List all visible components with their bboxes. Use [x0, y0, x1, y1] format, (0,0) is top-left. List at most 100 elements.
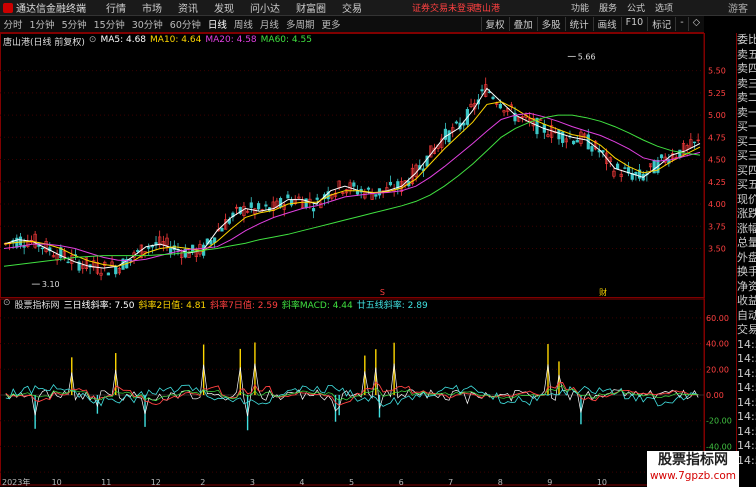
indicator-line-white [5, 363, 699, 417]
indicator-line-label: 斜率MACD: 4.44 [281, 301, 353, 311]
candle-body [147, 247, 151, 249]
tool-button[interactable]: - [675, 17, 687, 31]
menu-item[interactable]: 资讯 [170, 0, 206, 15]
low-marker-label: 3.10 [42, 280, 60, 289]
side-panel-label: 交易 [737, 323, 756, 336]
watermark-title: 股票指标网 [658, 452, 728, 468]
side-panel-label: 外盘 [737, 250, 756, 264]
right-menu-item[interactable]: 功能 [566, 1, 594, 14]
ma-line-ma10 [3, 101, 701, 267]
price-chart-header: 唐山港(日线 前复权) ⊙ MA5: 4.68 MA10: 4.64 MA20:… [3, 35, 312, 48]
period-tab[interactable]: 30分钟 [128, 17, 166, 31]
candle-body [106, 272, 110, 276]
candle-body [66, 261, 70, 264]
settings-icon[interactable]: ⊙ [3, 298, 11, 311]
candle-body [480, 89, 484, 92]
side-panel-label: 买五 [737, 178, 756, 191]
chart-tools: 复权 叠加 多股 统计 画线 F10 标记 - ◇ [480, 17, 704, 31]
side-panel-label: 卖三 [737, 76, 756, 90]
side-panel-label: 买四 [737, 163, 756, 177]
login-notice[interactable]: 证券交易未登录 [412, 1, 475, 14]
tool-button[interactable]: ◇ [687, 17, 704, 31]
ma10-label: MA10: 4.64 [150, 35, 202, 45]
app-logo-icon [3, 2, 13, 13]
side-panel-label: 委比 [737, 33, 756, 46]
date-axis-label: 4 [299, 478, 304, 487]
menu-item[interactable]: 行情 [98, 0, 134, 15]
candle-body [575, 139, 579, 143]
candle-body [355, 190, 360, 195]
candle-body [659, 154, 664, 159]
side-panel-label: 涨幅 [737, 221, 756, 235]
tool-button[interactable]: 统计 [564, 17, 593, 31]
price-tick-label: 5.50 [708, 67, 726, 76]
candle-body [264, 204, 268, 207]
price-tick-label: 5.00 [708, 111, 726, 120]
candle-body [278, 198, 283, 208]
tool-button[interactable]: F10 [620, 17, 648, 31]
right-menu-item[interactable]: 公式 [622, 1, 650, 14]
side-panel-label: 14:56 [737, 410, 756, 423]
guest-label[interactable]: 游客 [724, 0, 752, 15]
tool-button[interactable]: 画线 [592, 17, 621, 31]
tool-button[interactable]: 复权 [480, 17, 509, 31]
right-menu-item[interactable]: 服务 [594, 1, 622, 14]
period-tab[interactable]: 分时 [0, 17, 26, 31]
date-axis-label: 5 [349, 478, 354, 487]
date-axis-label: 10 [52, 478, 62, 487]
indicator-tick-label: 20.00 [706, 365, 729, 374]
menu-item[interactable]: 发现 [206, 0, 242, 15]
candle-body [352, 182, 356, 187]
tool-button[interactable]: 多股 [536, 17, 565, 31]
indicator-line-label: 斜率7日值: 2.59 [210, 301, 278, 311]
price-tick-label: 4.50 [708, 156, 726, 165]
candle-body [40, 247, 45, 250]
tool-button[interactable]: 标记 [647, 17, 675, 31]
candle-body [128, 259, 132, 261]
watermark-url: www.7gpzb.com [649, 470, 737, 482]
side-panel-label: 总量 [737, 236, 756, 249]
side-panel-label: 净资 [737, 279, 756, 293]
date-axis-label: 2 [200, 478, 205, 487]
period-tab[interactable]: 周线 [230, 17, 256, 31]
candle-body [257, 203, 261, 210]
kline-chart[interactable]: 3.503.754.004.254.504.755.005.255.5060.0… [0, 33, 736, 487]
period-tab[interactable]: 60分钟 [166, 17, 204, 31]
period-tab[interactable]: 月线 [256, 17, 282, 31]
side-panel-label: 14:56 [737, 453, 756, 467]
indicator-line-label: 三日线斜率: 7.50 [63, 301, 135, 311]
menu-item[interactable]: 问小达 [242, 0, 288, 15]
menu-item[interactable]: 市场 [134, 0, 170, 15]
candle-body [366, 187, 371, 190]
side-panel-label: 14:56 [737, 439, 756, 452]
period-tab[interactable]: 更多 [318, 17, 344, 31]
window-controls: 游客 [724, 0, 752, 15]
period-tab[interactable]: 1分钟 [26, 17, 58, 31]
high-marker-label: 5.66 [578, 52, 596, 61]
candle-body [572, 140, 576, 145]
menu-item[interactable]: 交易 [334, 0, 370, 15]
menu-item[interactable]: 财富圈 [288, 0, 334, 15]
candle-body [454, 121, 458, 124]
indicator-tick-label: -20.00 [706, 417, 732, 426]
tool-button[interactable]: 叠加 [508, 17, 537, 31]
period-tab[interactable]: 5分钟 [58, 17, 90, 31]
candle-body [443, 128, 447, 140]
candle-body [491, 96, 495, 100]
date-axis-label: 6 [399, 478, 404, 487]
ma5-label: MA5: 4.68 [100, 35, 147, 45]
side-panel-label: 买二 [737, 134, 756, 148]
period-tab-active[interactable]: 日线 [204, 17, 230, 31]
indicator-title: 股票指标网 [14, 301, 60, 311]
right-menu-item[interactable]: 选项 [650, 1, 678, 14]
side-panel-label: 卖五 [737, 47, 756, 61]
indicator-line-label: 廿五线斜率: 2.89 [356, 301, 428, 311]
indicator-header: ⊙ 股票指标网 三日线斜率: 7.50 斜率2日值: 4.81 斜率7日值: 2… [3, 298, 428, 311]
settings-icon[interactable]: ⊙ [89, 35, 97, 48]
period-tab[interactable]: 多周期 [282, 17, 318, 31]
side-panel-label: 卖四 [737, 62, 756, 75]
candle-body [18, 236, 23, 246]
price-tick-label: 4.75 [708, 133, 726, 142]
date-axis-label: 11 [101, 478, 111, 487]
period-tab[interactable]: 15分钟 [90, 17, 128, 31]
